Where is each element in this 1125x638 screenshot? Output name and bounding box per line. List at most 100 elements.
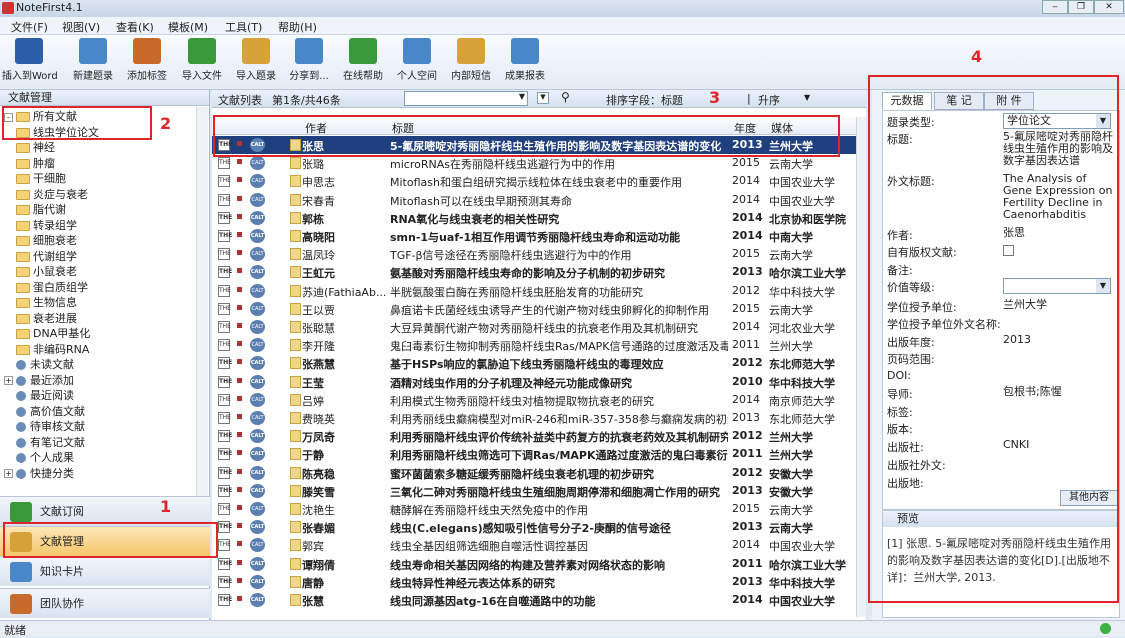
list-row[interactable]: THE CALT 张聪慧 大豆异黄酮代谢产物对秀丽隐杆线虫的抗衰老作用及其机制研究 20… <box>212 318 856 336</box>
list-row[interactable]: THE CALT 高晓阳 smn-1与uaf-1相互作用调节秀丽隐杆线虫寿命和运动功能… <box>212 227 856 245</box>
list-row[interactable]: THE CALT 王以贾 鼻疽诺卡氏菌经线虫诱导产生的代谢产物对线虫卵孵化的抑制作用 2… <box>212 300 856 318</box>
tree-item-11[interactable]: 蛋白质组学 <box>16 280 88 296</box>
flag-icon[interactable] <box>237 559 242 565</box>
flag-icon[interactable] <box>237 250 242 256</box>
tree-scrollbar[interactable] <box>196 107 208 502</box>
tree-item-7[interactable]: 转录组学 <box>16 218 77 234</box>
list-row[interactable]: THE CALT 宋春青 Mitoflash可以在线虫早期预测其寿命 2014 中国农业大… <box>212 191 856 209</box>
tree-item-2[interactable]: 神经 <box>16 140 55 156</box>
toolbar-button-6[interactable]: 在线帮助 <box>336 38 390 82</box>
tree-item-9[interactable]: 代谢组学 <box>16 249 77 265</box>
flag-icon[interactable] <box>237 195 242 201</box>
list-row[interactable]: THE CALT 费晓英 利用秀丽线虫癫痫模型对miR-246和miR-357-358… <box>212 409 856 427</box>
tree-item-14[interactable]: DNA甲基化 <box>16 326 90 342</box>
list-row[interactable]: THE CALT 张燕慧 基于HSPs响应的氯胁迫下线虫秀丽隐杆线虫的毒理效应 2012… <box>212 354 856 372</box>
toolbar-button-1[interactable]: 新建题录 <box>66 38 120 82</box>
flag-icon[interactable] <box>237 304 242 310</box>
list-scrollbar[interactable] <box>856 117 866 617</box>
nav-button-3[interactable]: 团队协作 <box>0 588 210 618</box>
flag-icon[interactable] <box>237 286 242 292</box>
tree-item-18[interactable]: 最近阅读 <box>16 388 74 404</box>
list-row[interactable]: THE CALT 温凤玲 TGF-β信号途径在秀丽隐杆线虫逃避行为中的作用 2015 云南… <box>212 245 856 263</box>
toolbar-button-4[interactable]: 导入题录 <box>229 38 283 82</box>
menu-item-3[interactable]: 模板(M) <box>168 19 208 35</box>
list-row[interactable]: THE CALT 滕笑雪 三氧化二砷对秀丽隐杆线虫生殖细胞周期停滞和细胞凋亡作用的研究… <box>212 482 856 500</box>
list-row[interactable]: THE CALT 沈艳生 糖酵解在秀丽隐杆线虫天然免疫中的作用 2015 云南大学 <box>212 500 856 518</box>
toolbar-button-0[interactable]: 插入到Word <box>2 38 58 82</box>
list-row[interactable]: THE CALT 王虹元 氨基酸对秀丽隐杆线虫寿命的影响及分子机制的初步研究 2013 哈… <box>212 263 856 281</box>
flag-icon[interactable] <box>237 432 242 438</box>
minimize-icon[interactable]: ‒ <box>1042 0 1068 14</box>
menu-item-1[interactable]: 视图(V) <box>62 19 100 35</box>
menu-item-4[interactable]: 工具(T) <box>225 19 262 35</box>
tree-item-5[interactable]: 炎症与衰老 <box>16 187 88 203</box>
tree-item-17[interactable]: + 最近添加 <box>4 373 74 389</box>
list-row[interactable]: THE CALT 万凤奇 利用秀丽隐杆线虫评价传统补益类中药复方的抗衰老药效及其机制研… <box>212 427 856 445</box>
flag-icon[interactable] <box>237 450 242 456</box>
list-row[interactable]: THE CALT 郭栋 RNA氧化与线虫衰老的相关性研究 2014 北京协和医学院 <box>212 209 856 227</box>
flag-icon[interactable] <box>237 341 242 347</box>
list-row[interactable]: THE CALT 李开隆 鬼臼毒素衍生物抑制秀丽隐杆线虫Ras/MAPK信号通路的过度… <box>212 336 856 354</box>
list-row[interactable]: THE CALT 申思志 Mitoflash和蛋白组研究揭示线粒体在线虫衰老中的重要作… <box>212 172 856 190</box>
flag-icon[interactable] <box>237 268 242 274</box>
flag-icon[interactable] <box>237 323 242 328</box>
menu-item-2[interactable]: 查看(K) <box>116 19 154 35</box>
list-row[interactable]: THE CALT 唐静 线虫特异性神经元表达体系的研究 2013 华中科技大学 <box>212 573 856 591</box>
tree-item-15[interactable]: 非编码RNA <box>16 342 89 358</box>
search-icon[interactable]: ⚲ <box>561 90 570 104</box>
tree-item-16[interactable]: 未读文献 <box>16 357 74 373</box>
flag-icon[interactable] <box>237 486 242 492</box>
expand-toggle-icon[interactable]: + <box>4 376 13 385</box>
tree-item-23[interactable]: + 快捷分类 <box>4 466 74 482</box>
tree-item-22[interactable]: 个人成果 <box>16 450 74 466</box>
tree-item-19[interactable]: 高价值文献 <box>16 404 85 420</box>
list-row[interactable]: THE CALT 陈亮稳 蜜环菌菌索多糖延缓秀丽隐杆线虫衰老机理的初步研究 2012 安徽… <box>212 464 856 482</box>
tree-item-4[interactable]: 干细胞 <box>16 171 66 187</box>
tree-item-12[interactable]: 生物信息 <box>16 295 77 311</box>
chevron-down-icon[interactable]: ▼ <box>804 93 810 102</box>
filter-icon[interactable]: ▼ <box>537 92 549 104</box>
toolbar-button-8[interactable]: 内部短信 <box>444 38 498 82</box>
sort-order[interactable]: 升序 <box>758 92 780 108</box>
flag-icon[interactable] <box>237 541 242 547</box>
list-row[interactable]: THE CALT 郭宾 线虫全基因组筛选细胞自噬活性调控基因 2014 中国农业大学 <box>212 536 856 554</box>
toolbar-button-5[interactable]: 分享到... <box>282 38 336 82</box>
flag-icon[interactable] <box>237 213 242 219</box>
flag-icon[interactable] <box>237 177 242 183</box>
flag-icon[interactable] <box>237 159 242 165</box>
list-row[interactable]: THE CALT 吕婷 利用模式生物秀丽隐杆线虫对植物提取物抗衰老的研究 2014 南京师… <box>212 391 856 409</box>
toolbar-button-9[interactable]: 成果报表 <box>498 38 552 82</box>
list-row[interactable]: THE CALT 张春媚 线虫(C.elegans)感知吸引性信号分子2-庚酮的信号途… <box>212 518 856 536</box>
list-row[interactable]: THE CALT 于静 利用秀丽隐杆线虫筛选可下调Ras/MAPK通路过度激活的鬼臼毒… <box>212 445 856 463</box>
toolbar-button-3[interactable]: 导入文件 <box>175 38 229 82</box>
close-icon[interactable]: ✕ <box>1094 0 1124 14</box>
maximize-icon[interactable]: ❐ <box>1068 0 1094 14</box>
tree-item-8[interactable]: 细胞衰老 <box>16 233 77 249</box>
tree-item-20[interactable]: 待审核文献 <box>16 419 85 435</box>
tree-item-3[interactable]: 肿瘤 <box>16 156 55 172</box>
flag-icon[interactable] <box>237 377 242 383</box>
expand-toggle-icon[interactable]: + <box>4 469 13 478</box>
flag-icon[interactable] <box>237 596 242 601</box>
menu-item-0[interactable]: 文件(F) <box>11 19 48 35</box>
flag-icon[interactable] <box>237 505 242 510</box>
menu-item-5[interactable]: 帮助(H) <box>278 19 317 35</box>
tree-item-6[interactable]: 脂代谢 <box>16 202 66 218</box>
tree-item-13[interactable]: 衰老进展 <box>16 311 77 327</box>
flag-icon[interactable] <box>237 359 242 365</box>
flag-icon[interactable] <box>237 232 242 237</box>
toolbar-button-2[interactable]: 添加标签 <box>120 38 174 82</box>
tree-item-21[interactable]: 有笔记文献 <box>16 435 85 451</box>
flag-icon[interactable] <box>237 395 242 401</box>
list-row[interactable]: THE CALT 王莹 酒精对线虫作用的分子机理及神经元功能成像研究 2010 华中科技大… <box>212 373 856 391</box>
list-row[interactable]: THE CALT 苏迪(FathiaAb... 半胱氨酸蛋白酶在秀丽隐杆线虫胚胎发育的… <box>212 282 856 300</box>
flag-icon[interactable] <box>237 468 242 474</box>
flag-icon[interactable] <box>237 577 242 583</box>
list-row[interactable]: THE CALT 张慧 线虫同源基因atg-16在自噬通路中的功能 2014 中国农业大学 <box>212 591 856 609</box>
search-dropdown[interactable]: ▼ <box>404 91 528 106</box>
flag-icon[interactable] <box>237 523 242 529</box>
tree-item-10[interactable]: 小鼠衰老 <box>16 264 77 280</box>
list-row[interactable]: THE CALT 谭翔倩 线虫寿命相关基因网络的构建及营养素对网络状态的影响 2011 哈… <box>212 555 856 573</box>
toolbar-button-7[interactable]: 个人空间 <box>390 38 444 82</box>
nav-button-2[interactable]: 知识卡片 <box>0 556 210 586</box>
